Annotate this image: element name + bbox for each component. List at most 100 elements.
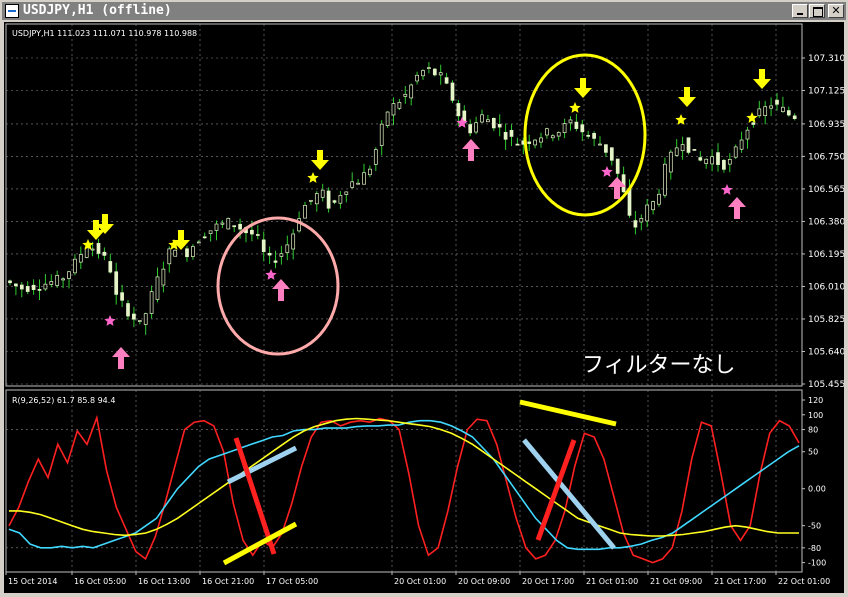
close-icon: ✕ [831, 4, 841, 17]
candle-body [250, 229, 254, 235]
candle-body [238, 223, 242, 230]
price-tick-label: 107.310 [808, 54, 844, 64]
time-tick-label: 21 Oct 17:00 [714, 577, 766, 586]
candle-body [633, 220, 638, 228]
candle-body [102, 251, 107, 256]
title-bar: USDJPY,H1 (offline) ✕ [2, 2, 846, 20]
candle-body [733, 146, 738, 158]
candle-body [722, 160, 726, 170]
candle-body [161, 268, 166, 286]
candle-body [37, 289, 42, 291]
candle-body [562, 123, 567, 133]
candle-body [332, 200, 337, 203]
candle-body [314, 193, 319, 205]
price-tick-label: 106.195 [808, 250, 844, 260]
candle-body [409, 84, 414, 99]
osc-tick-label: 0.00 [808, 485, 826, 494]
osc-tick-label: -50 [808, 522, 821, 531]
price-tick-label: 107.125 [808, 87, 844, 97]
candle-body [73, 258, 77, 274]
candle-body [491, 117, 496, 129]
candle-body [379, 123, 384, 146]
candle-body [574, 121, 579, 129]
candle-body [49, 281, 54, 285]
candle-body [527, 141, 532, 144]
candle-body [191, 246, 195, 257]
candle-body [792, 115, 797, 119]
candle-body [550, 135, 555, 139]
candle-body [78, 254, 83, 263]
candle-body [285, 244, 290, 253]
candle-body [350, 181, 355, 188]
chart-area[interactable]: 107.310 107.125 106.935 106.750 106.565 106.3… [4, 22, 844, 593]
candle-body [149, 291, 154, 314]
candle-body [232, 225, 237, 228]
price-tick-label: 106.010 [808, 282, 844, 292]
candle-body [90, 248, 95, 251]
candle-body [710, 156, 714, 165]
time-tick-label: 20 Oct 17:00 [522, 577, 574, 586]
candle-body [415, 74, 419, 82]
candle-body [580, 124, 585, 133]
osc-tick-label: 120 [808, 396, 823, 405]
candle-body [468, 124, 473, 134]
filter-none-label: フィルターなし [582, 353, 736, 378]
candle-body [43, 283, 48, 290]
candle-body [456, 103, 461, 117]
candle-body [167, 248, 172, 265]
candle-body [432, 68, 437, 76]
candle-body [698, 157, 703, 161]
oscillator-header-label: R(9,26,52) 61.7 85.8 94.4 [12, 396, 115, 405]
candle-body [137, 320, 142, 322]
candle-body [427, 67, 431, 69]
candle-body [515, 143, 520, 146]
candle-body [668, 151, 673, 173]
candle-body [444, 77, 449, 84]
candle-body [303, 205, 307, 219]
candle-body [757, 108, 762, 117]
time-tick-label: 21 Oct 09:00 [650, 577, 702, 586]
price-tick-label: 106.380 [808, 217, 844, 227]
candle-body [497, 124, 502, 128]
candle-body [362, 172, 366, 185]
time-tick-label: 21 Oct 01:00 [586, 577, 638, 586]
maximize-icon [813, 7, 823, 17]
candle-body [126, 303, 130, 317]
price-tick-label: 105.640 [808, 347, 844, 357]
time-tick-label: 16 Oct 05:00 [74, 577, 126, 586]
window-title: USDJPY,H1 (offline) [23, 3, 172, 18]
candle-body [586, 134, 591, 137]
candle-body [745, 129, 750, 140]
minimize-button[interactable] [792, 4, 808, 18]
candle-body [692, 149, 697, 151]
maximize-button[interactable] [809, 4, 825, 18]
candle-body [385, 111, 390, 127]
time-tick-label: 16 Oct 13:00 [138, 577, 190, 586]
price-tick-label: 105.455 [808, 380, 844, 390]
candle-body [14, 283, 18, 287]
candle-body [226, 218, 231, 230]
time-tick-label: 22 Oct 01:00 [778, 577, 830, 586]
candle-body [273, 260, 278, 263]
candle-body [598, 143, 602, 146]
osc-tick-label: 50 [808, 448, 818, 457]
candle-body [196, 241, 201, 244]
candle-body [279, 253, 284, 257]
candle-body [25, 286, 30, 292]
candle-body [486, 119, 490, 123]
candle-body [657, 193, 661, 205]
candle-body [356, 182, 360, 185]
candle-body [326, 190, 331, 209]
candle-body [781, 106, 785, 112]
candle-body [775, 99, 779, 105]
time-tick-label: 20 Oct 09:00 [458, 577, 510, 586]
minimize-icon [797, 13, 803, 15]
time-tick-label: 15 Oct 2014 [8, 577, 57, 586]
candle-body [255, 234, 260, 236]
close-button[interactable]: ✕ [828, 4, 844, 18]
candle-body [533, 139, 537, 146]
mt4-chart-window: USDJPY,H1 (offline) ✕ 107.310 107.125 106.… [0, 0, 848, 597]
price-tick-label: 105.825 [808, 315, 844, 325]
candle-body [344, 191, 349, 195]
candle-body [480, 114, 484, 123]
